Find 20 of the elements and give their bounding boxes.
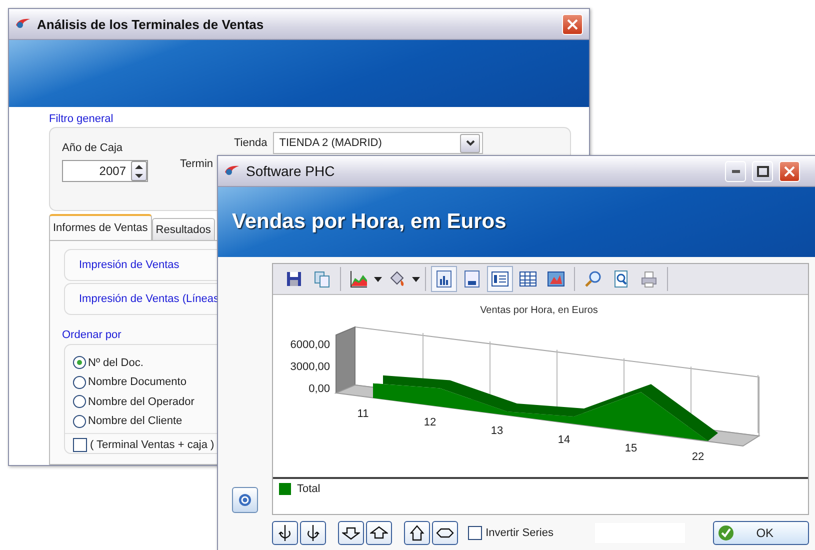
checkbox-label: Invertir Series (486, 527, 554, 539)
axis-label: 22 (692, 451, 704, 463)
axis-label: 15 (624, 442, 638, 454)
axis-label: 12 (424, 416, 436, 429)
field-label: Año de Caja (62, 142, 124, 154)
field-label: Tienda (234, 137, 268, 149)
chart-title: Ventas por Hora, en Euros (480, 305, 598, 316)
banner-title: Vendas por Hora, em Euros (232, 210, 506, 234)
window-title: Análisis de los Terminales de Ventas (37, 16, 265, 32)
axis-label: 11 (357, 408, 369, 420)
legend-label: Total (297, 483, 320, 495)
field-label: Termin (180, 158, 214, 170)
axis-label: 3000,00 (290, 361, 330, 373)
axis-label: 13 (490, 425, 504, 438)
axis-label: 14 (558, 434, 570, 446)
group-heading: Filtro general (49, 113, 114, 125)
window-title: Software PHC (246, 163, 336, 179)
axis-label: 0,00 (308, 383, 330, 395)
axis-label: 6000,00 (290, 339, 330, 351)
group-heading: Ordenar por (62, 329, 122, 341)
